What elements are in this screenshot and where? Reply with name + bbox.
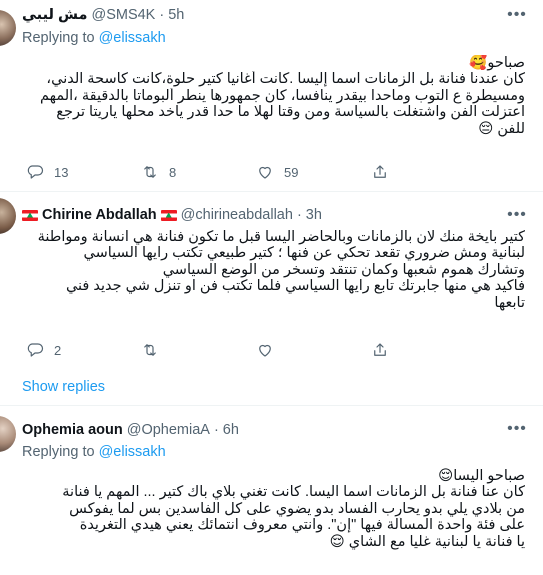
- tweet-text-line: يا فنانة يا لبنانية غليا مع الشاي 😌: [329, 533, 525, 550]
- reply-button[interactable]: 13: [26, 163, 141, 181]
- tweet-text-line: على فئة واحدة المسألة فيها "إن". وانتي م…: [79, 517, 525, 534]
- replying-to: Replying to @elissakh: [22, 30, 166, 46]
- tweet-1[interactable]: مش ليبي @SMS4K · 5h ••• Replying to @eli…: [0, 0, 543, 191]
- tweet-text-line: فاكيد هي منها جابرتك تابع رايها السياسي …: [65, 278, 525, 295]
- share-button[interactable]: [371, 163, 486, 181]
- like-icon: [259, 166, 271, 179]
- author-name[interactable]: Chirine Abdallah: [42, 207, 157, 223]
- reply-button[interactable]: 2: [26, 341, 141, 359]
- retweet-button[interactable]: [141, 341, 256, 359]
- avatar[interactable]: [0, 198, 16, 234]
- separator-dot: ·: [213, 422, 219, 438]
- retweet-button[interactable]: 8: [141, 163, 256, 181]
- retweet-icon: [144, 166, 156, 178]
- tweet-text: كتير بايخة منك لان بالزمانات وبالحاضر ال…: [22, 229, 525, 311]
- replying-to-link[interactable]: @elissakh: [99, 444, 166, 460]
- tweet-text-line: وتشارك هموم شعبها وكمان تنتقد وتسخر من ا…: [162, 261, 525, 278]
- tweet-actions: 2: [26, 340, 486, 360]
- tweet-text-line: صباحو🥰: [469, 55, 525, 71]
- tweet-text: صباحو اليسا😌 كان عنا فنانة بل الزمانات ا…: [22, 468, 525, 550]
- author-name[interactable]: Ophemia aoun: [22, 422, 123, 438]
- replying-to-label: Replying to: [22, 30, 95, 46]
- tweet-text-line: صباحو اليسا😌: [438, 468, 525, 484]
- tweet-text-line: ومسيطرة ع التوب وماحدا بيقدر ينافسا، كان…: [40, 87, 525, 104]
- like-count: 59: [284, 164, 299, 180]
- more-icon[interactable]: •••: [507, 7, 527, 28]
- share-button[interactable]: [371, 341, 486, 359]
- more-icon[interactable]: •••: [507, 207, 527, 228]
- tweet-text-line: اعتزلت الفن واشتغلت بالسياسة ومن وقتا له…: [56, 104, 525, 121]
- lebanon-flag-icon: [22, 209, 38, 221]
- more-icon[interactable]: •••: [507, 421, 527, 442]
- share-icon: [374, 343, 386, 356]
- avatar[interactable]: [0, 416, 16, 452]
- replying-to-label: Replying to: [22, 444, 95, 460]
- tweet-text-line: من بلادي يلي بدو يحارب الفساد بدو يضوي ع…: [69, 500, 525, 517]
- share-icon: [374, 165, 386, 178]
- author-handle[interactable]: @SMS4K: [91, 7, 155, 23]
- tweet-text: صباحو🥰 كان عندنا فنانة بل الزمانات اسما …: [22, 55, 525, 137]
- tweet-3[interactable]: Ophemia aoun @OphemiaA · 6h ••• Replying…: [0, 406, 543, 575]
- tweet-header: Chirine Abdallah @chirineabdallah · 3h: [22, 205, 503, 225]
- tweet-header: مش ليبي @SMS4K · 5h: [22, 5, 503, 25]
- tweet-text-line: كان عنا فنانة بل الزمانات اسما اليسا. كا…: [62, 484, 525, 501]
- author-handle[interactable]: @OphemiaA: [127, 422, 210, 438]
- tweet-text-line: تابعها: [494, 294, 525, 311]
- tweet-header: Ophemia aoun @OphemiaA · 6h: [22, 420, 503, 440]
- retweet-count: 8: [169, 164, 177, 180]
- timestamp[interactable]: 3h: [306, 207, 322, 223]
- author-name[interactable]: مش ليبي: [22, 7, 87, 23]
- avatar[interactable]: [0, 10, 16, 46]
- reply-icon: [27, 343, 44, 357]
- separator-dot: ·: [159, 7, 165, 23]
- reply-icon: [27, 165, 44, 179]
- tweet-text-line: للفن 😔: [478, 120, 525, 137]
- show-replies-link[interactable]: Show replies: [22, 379, 105, 395]
- replying-to: Replying to @elissakh: [22, 444, 166, 460]
- separator-dot: ·: [296, 207, 302, 223]
- author-handle[interactable]: @chirineabdallah: [181, 207, 293, 223]
- tweet-text-line: كان عندنا فنانة بل الزمانات اسما إليسا .…: [46, 71, 525, 88]
- like-button[interactable]: 59: [256, 163, 371, 181]
- tweet-text-line: لبنانية ومش ضروري تقعد تحكي عن فنها ؛ كت…: [83, 245, 525, 262]
- reply-count: 13: [54, 164, 69, 180]
- tweet-text-line: كتير بايخة منك لان بالزمانات وبالحاضر ال…: [37, 229, 525, 245]
- tweet-actions: 13 8 59: [26, 162, 486, 182]
- like-button[interactable]: [256, 341, 371, 359]
- timestamp[interactable]: 5h: [168, 7, 184, 23]
- lebanon-flag-icon: [160, 209, 177, 221]
- retweet-icon: [144, 344, 156, 356]
- timestamp[interactable]: 6h: [223, 422, 239, 438]
- like-icon: [259, 344, 271, 357]
- reply-count: 2: [54, 342, 62, 358]
- tweet-2[interactable]: Chirine Abdallah @chirineabdallah · 3h •…: [0, 192, 543, 362]
- replying-to-link[interactable]: @elissakh: [99, 30, 166, 46]
